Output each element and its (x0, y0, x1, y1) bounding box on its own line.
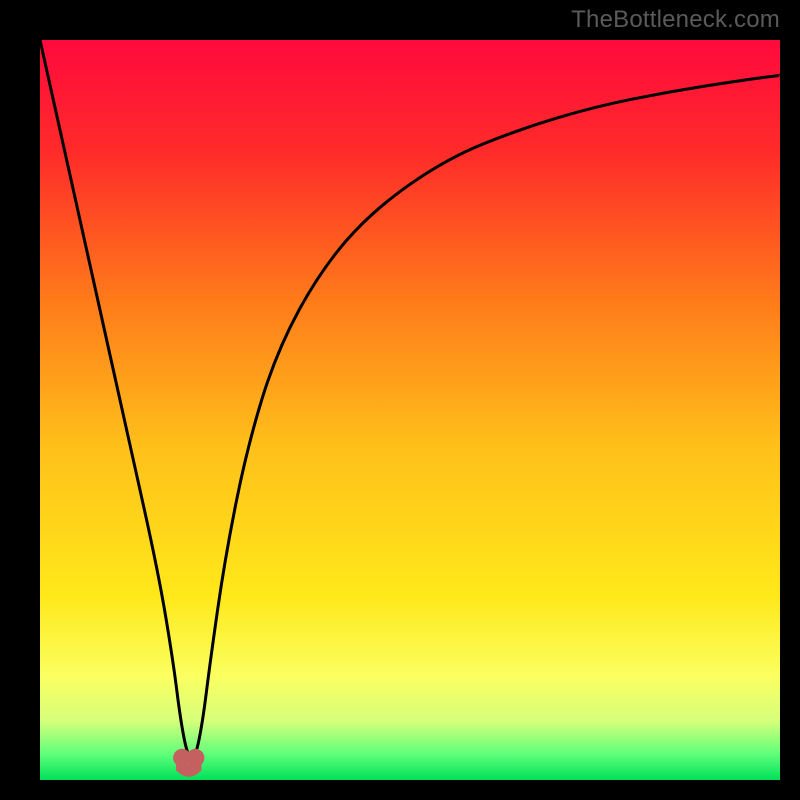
gradient-background (40, 40, 780, 780)
plot-area (40, 40, 780, 780)
chart-frame: TheBottleneck.com (0, 0, 800, 800)
gradient-rect (40, 40, 780, 780)
watermark-text: TheBottleneck.com (571, 6, 780, 34)
